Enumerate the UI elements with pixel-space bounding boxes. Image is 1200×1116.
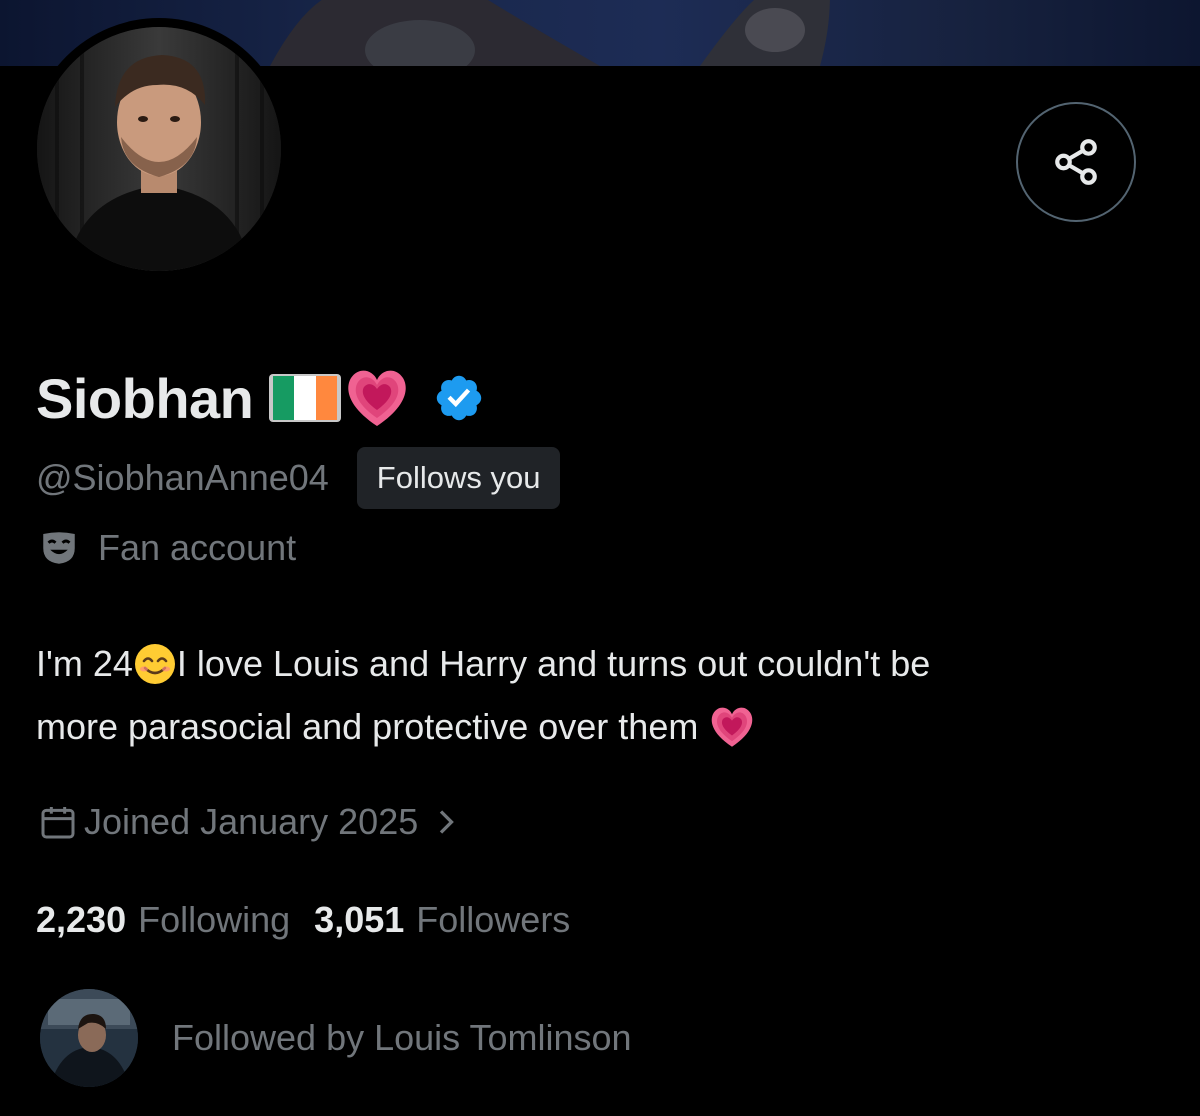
theater-mask-icon: [43, 532, 75, 564]
following-count: 2,230: [36, 899, 127, 940]
display-name: Siobhan: [36, 366, 254, 430]
bio-text-part2: I love Louis and Harry and turns out cou…: [176, 643, 931, 684]
joined-date-row[interactable]: Joined January 2025: [38, 796, 458, 848]
growing-heart-emoji: [348, 370, 407, 426]
profile-avatar[interactable]: [37, 27, 281, 271]
followers-stat[interactable]: 3,051 Followers: [314, 899, 570, 941]
followers-label: Followers: [416, 899, 571, 940]
handle-row: @SiobhanAnne04 Follows you: [36, 446, 561, 510]
profile-bio: I'm 24 I love Louis and Harry and turns …: [36, 632, 1166, 758]
profile-avatar-frame: [28, 18, 290, 280]
followed-by-row[interactable]: Followed by Louis Tomlinson: [40, 988, 632, 1088]
followers-count: 3,051: [314, 899, 405, 940]
profile-category-row: Fan account: [38, 522, 296, 574]
share-button[interactable]: [1016, 102, 1136, 222]
profile-category: Fan account: [98, 527, 297, 568]
joined-date: Joined January 2025: [84, 801, 419, 842]
growing-heart-emoji: [712, 707, 753, 747]
username-handle: @SiobhanAnne04: [36, 457, 329, 498]
smiling-face-emoji: [134, 643, 175, 684]
follower-avatar: [40, 989, 138, 1087]
following-label: Following: [138, 899, 291, 940]
bio-text-part3: more parasocial and protective over them: [36, 706, 709, 747]
ireland-flag-emoji: [269, 374, 342, 422]
followed-by-text: Followed by Louis Tomlinson: [172, 1017, 632, 1058]
profile-name-row: Siobhan: [36, 362, 485, 434]
follow-stats: 2,230 Following 3,051 Followers: [36, 894, 570, 946]
verified-badge-icon[interactable]: [433, 372, 485, 424]
chevron-right-icon: [440, 810, 455, 834]
bio-text-part1: I'm 24: [36, 643, 133, 684]
following-stat[interactable]: 2,230 Following: [36, 899, 290, 941]
share-icon: [1055, 139, 1097, 185]
follows-you-badge: Follows you: [356, 447, 561, 509]
calendar-icon: [41, 807, 75, 839]
